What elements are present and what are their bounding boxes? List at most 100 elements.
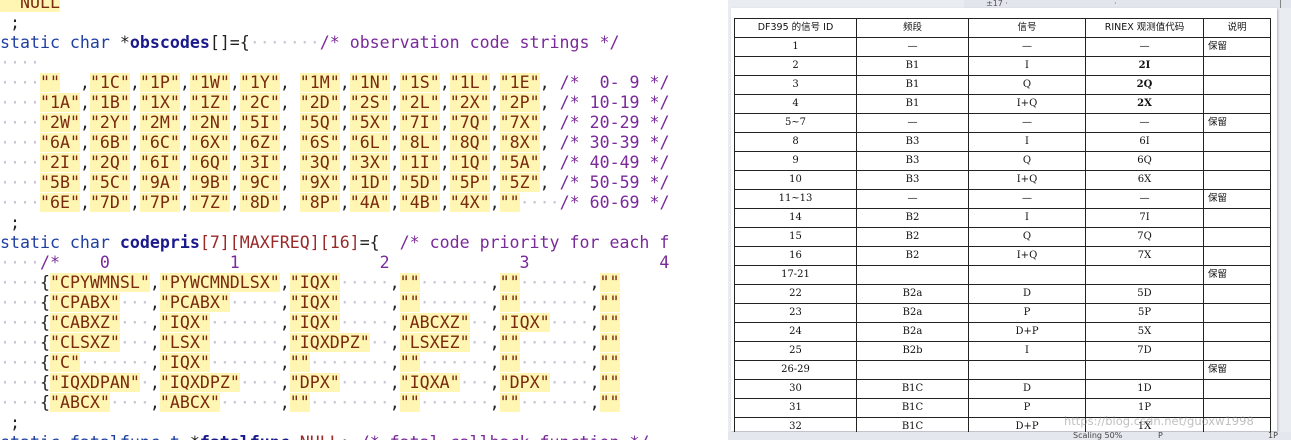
code-token: static char (0, 33, 120, 52)
code-token: "2L" (399, 93, 440, 112)
code-line[interactable]: static fatalfunc_t *fatalfunc=NULL; /* f… (0, 433, 649, 440)
code-token: , (179, 153, 190, 172)
code-token: "2C" (239, 93, 280, 112)
cell-note (1203, 75, 1271, 95)
table-row: 15 B2 Q 7Q (734, 227, 1271, 247)
code-token: , (279, 133, 300, 152)
code-line[interactable]: static char codepris[7][MAXFREQ][16]={ /… (0, 233, 669, 253)
code-token: , (179, 133, 190, 152)
code-token: , (129, 193, 140, 212)
code-token: "2X" (449, 93, 490, 112)
code-token: "" (599, 393, 620, 412)
cell-rinex (1085, 360, 1204, 380)
code-line[interactable]: NULL (0, 0, 60, 13)
code-line[interactable]: ····{"C"·······,"IQX"·······,""········,… (0, 353, 620, 373)
code-token: , (339, 153, 350, 172)
code-token: { (39, 293, 50, 312)
cell-signal: Q (968, 151, 1086, 171)
code-line[interactable]: ····"6E","7D","7P","7Z","8D", "8P","4A",… (0, 193, 670, 213)
cell-rinex: 7D (1085, 341, 1204, 361)
code-line[interactable]: ····{"CPYWMNSL","PYWCMNDLSX","IQX"·····,… (0, 273, 620, 293)
cell-note (1203, 341, 1271, 361)
code-token: , (229, 73, 240, 92)
code-line[interactable]: ····"" ,"1C","1P","1W","1Y", "1M","1N","… (0, 73, 670, 93)
code-token: "" (499, 393, 520, 412)
code-token: "1A" (39, 93, 80, 112)
code-line[interactable]: ; (0, 213, 20, 233)
cell-id: 25 (734, 341, 857, 361)
status-fragment: Scaling 50% (1073, 431, 1123, 440)
code-token: "ABCXZ" (399, 313, 470, 332)
code-token: "1L" (449, 73, 490, 92)
code-token: "5B" (39, 173, 80, 192)
code-line[interactable]: ····{"CPABX"···,"PCABX"·····,"IQX"·····,… (0, 293, 620, 313)
code-token: "5D" (399, 173, 440, 192)
code-token: "IQXA" (399, 373, 460, 392)
cell-rinex: 7Q (1085, 227, 1204, 247)
cell-id: 30 (734, 379, 857, 399)
code-line[interactable]: ····{"CABXZ"···,"IQX"·······,"IQX"·····,… (0, 313, 620, 333)
code-token: "3X" (349, 153, 390, 172)
code-line[interactable]: ····"1A","1B","1X","1Z","2C", "2D","2S",… (0, 93, 670, 113)
code-token: ···· (549, 313, 590, 332)
cell-rinex: 2Q (1085, 75, 1204, 95)
code-token: = (290, 433, 300, 440)
viewer-status-bar: Scaling 50% P 1P (728, 431, 1291, 440)
table-row: 8 B3 I 6I (734, 132, 1271, 152)
code-token: "" (599, 353, 620, 372)
code-token: "1S" (399, 73, 440, 92)
code-token: , (339, 93, 350, 112)
cell-id: 1 (734, 37, 857, 57)
code-token: , (279, 73, 300, 92)
code-token: "" (289, 353, 310, 372)
cell-band: B3 (856, 170, 969, 190)
code-token: /* observation code strings */ (319, 33, 620, 52)
code-token: "3I" (239, 153, 280, 172)
code-token: /* 60-69 */ (559, 193, 670, 212)
code-editor[interactable]: NULL ; static char *obscodes[]={·······/*… (0, 0, 735, 440)
code-token: , (279, 293, 290, 312)
code-token: "2D" (299, 93, 340, 112)
code-token: ·· (469, 333, 490, 352)
code-token: , (389, 93, 400, 112)
header-note: 说明 (1203, 18, 1271, 38)
cell-signal: — (968, 113, 1086, 133)
code-token: "1D" (349, 173, 390, 192)
code-token: ··· (459, 373, 490, 392)
cell-rinex: 6I (1085, 132, 1204, 152)
toolbar-fragment: ±17 · (986, 0, 1008, 8)
code-token: , (79, 133, 90, 152)
code-token: ={ (359, 233, 400, 252)
code-line[interactable]: ····{"CLSXZ"···,"LSX"·······,"IQXDPZ"··,… (0, 333, 620, 353)
code-line[interactable]: ····{"ABCX"····,"ABCX"······,""········,… (0, 393, 620, 413)
code-token: , (389, 273, 400, 292)
document-viewer-window[interactable]: ±17 · · | DF395 的信号 ID 频段 信号 RINEX 观测值代码… (728, 0, 1291, 440)
code-line[interactable]: ····"2I","2Q","6I","6Q","3I", "3Q","3X",… (0, 153, 670, 173)
cell-band: B2a (856, 303, 969, 323)
code-token: , (149, 353, 160, 372)
code-line[interactable]: ···· (0, 53, 40, 73)
code-line[interactable]: ····"2W","2Y","2M","2N","5I", "5Q","5X",… (0, 113, 670, 133)
code-token: , (439, 133, 450, 152)
code-token: , (149, 313, 160, 332)
code-token: "DPX" (289, 373, 340, 392)
code-line[interactable]: ; (0, 13, 20, 33)
code-line[interactable]: ····"6A","6B","6C","6X","6Z", "6S","6L",… (0, 133, 670, 153)
code-line[interactable]: ; (0, 413, 20, 433)
code-token: "1Z" (189, 93, 230, 112)
cell-rinex: 2I (1085, 56, 1204, 76)
cell-id: 11~13 (734, 189, 857, 209)
code-token: ····· (339, 273, 390, 292)
code-token: , (229, 193, 240, 212)
code-line[interactable]: ····/* 0 1 2 3 4 5 (0, 253, 735, 273)
code-token: { (39, 373, 50, 392)
code-token: "8L" (399, 133, 440, 152)
code-line[interactable]: ····"5B","5C","9A","9B","9C", "9X","1D",… (0, 173, 670, 193)
table-row: 23 B2a P 5P (734, 303, 1271, 323)
code-token: "3Q" (299, 153, 340, 172)
code-token: "5I" (239, 113, 280, 132)
code-token: "8P" (299, 193, 340, 212)
code-token: , (389, 193, 400, 212)
code-line[interactable]: static char *obscodes[]={·······/* obser… (0, 33, 619, 53)
code-line[interactable]: ····{"IQXDPAN"·,"IQXDPZ"····,"DPX"·····,… (0, 373, 620, 393)
